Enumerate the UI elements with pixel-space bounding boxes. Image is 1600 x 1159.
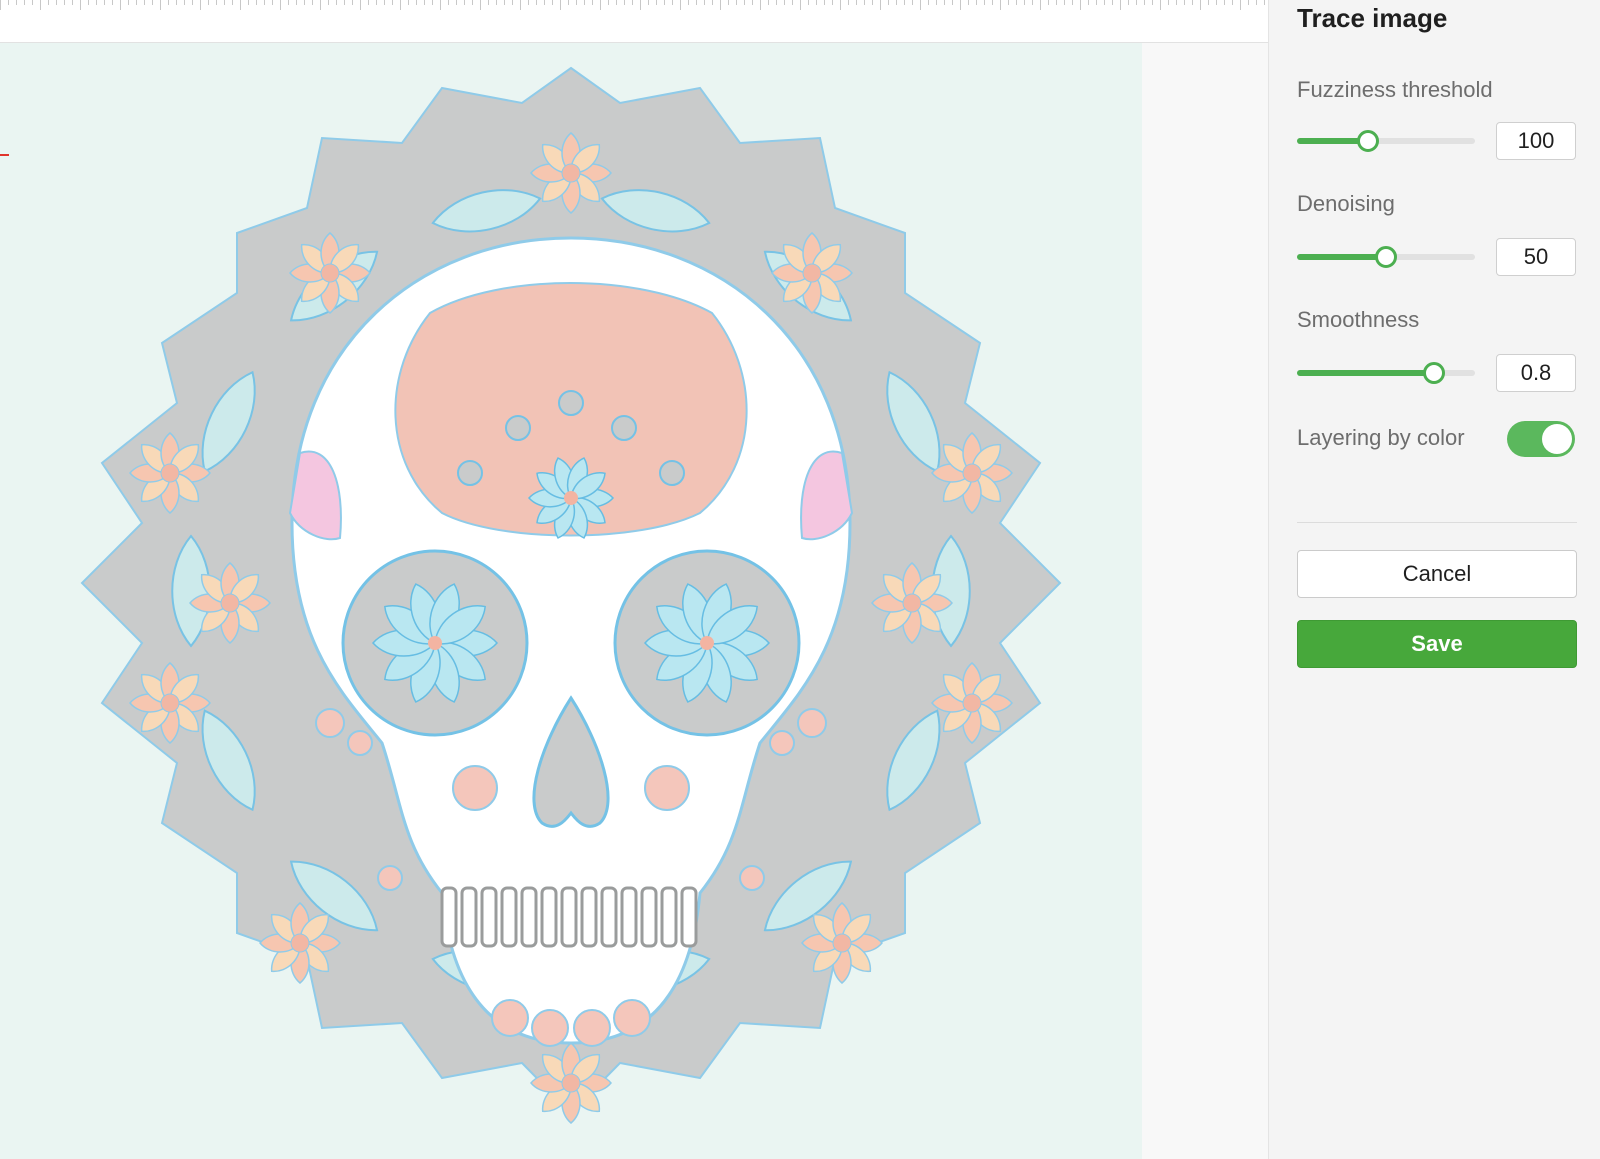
toggle-knob xyxy=(1542,424,1572,454)
horizontal-ruler xyxy=(0,0,1268,43)
slider-thumb[interactable] xyxy=(1375,246,1397,268)
smoothness-slider[interactable] xyxy=(1297,360,1475,386)
denoising-slider[interactable] xyxy=(1297,244,1475,270)
slider-fill xyxy=(1297,254,1386,260)
layering-label: Layering by color xyxy=(1297,425,1465,450)
denoising-label: Denoising xyxy=(1297,191,1395,216)
traced-sugar-skull-image[interactable] xyxy=(0,43,1142,1159)
fuzziness-label: Fuzziness threshold xyxy=(1297,77,1493,102)
cancel-button[interactable]: Cancel xyxy=(1297,550,1577,598)
layering-toggle[interactable] xyxy=(1507,421,1575,457)
panel-divider xyxy=(1297,522,1577,523)
canvas-document[interactable] xyxy=(0,43,1142,1159)
canvas-gutter xyxy=(1142,43,1268,1159)
smoothness-label: Smoothness xyxy=(1297,307,1420,332)
trace-image-panel: Trace image Fuzziness threshold Denoisin… xyxy=(1268,0,1600,1159)
smoothness-input[interactable] xyxy=(1496,354,1576,392)
fuzziness-slider[interactable] xyxy=(1297,128,1475,154)
workspace[interactable] xyxy=(0,0,1268,1159)
origin-marker xyxy=(0,154,9,156)
slider-thumb[interactable] xyxy=(1357,130,1379,152)
slider-thumb[interactable] xyxy=(1423,362,1445,384)
panel-title: Trace image xyxy=(1297,3,1448,33)
denoising-input[interactable] xyxy=(1496,238,1576,276)
save-button[interactable]: Save xyxy=(1297,620,1577,668)
fuzziness-input[interactable] xyxy=(1496,122,1576,160)
slider-fill xyxy=(1297,370,1434,376)
